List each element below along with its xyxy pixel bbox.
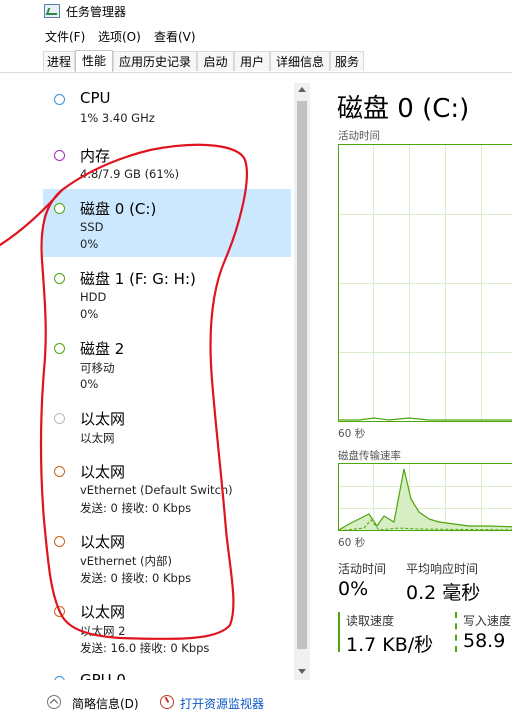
stat-read-speed-label: 读取速度 — [346, 614, 395, 628]
status-dot-icon — [54, 343, 65, 354]
tab-details[interactable]: 详细信息 — [270, 51, 330, 71]
status-dot-icon — [54, 150, 65, 161]
stat-write-speed-value: 58.9 — [463, 630, 506, 652]
chevron-up-icon[interactable] — [47, 695, 61, 709]
device-detail: vEthernet (Default Switch) — [80, 483, 233, 497]
menu-options[interactable]: 选项(O) — [98, 28, 141, 45]
open-resource-monitor-link[interactable]: 打开资源监视器 — [180, 695, 264, 712]
sidebar-item-disk-1[interactable]: 磁盘 1 (F: G: H:) HDD 0% — [43, 259, 291, 327]
device-name: 以太网 — [80, 463, 126, 481]
device-name: 以太网 — [80, 410, 126, 428]
stat-active-time-value: 0% — [338, 578, 369, 600]
menu-view[interactable]: 查看(V) — [154, 28, 196, 45]
stat-read-speed-value: 1.7 KB/秒 — [346, 634, 434, 656]
device-throughput: 发送: 0 接收: 0 Kbps — [80, 571, 192, 585]
tab-performance[interactable]: 性能 — [75, 50, 113, 72]
scroll-down-icon[interactable] — [298, 669, 306, 674]
device-name: 内存 — [80, 147, 111, 165]
active-time-graph — [338, 144, 512, 422]
window-title: 任务管理器 — [66, 5, 127, 19]
sidebar-item-gpu[interactable]: GPU 0 — [43, 662, 291, 680]
scroll-thumb[interactable] — [297, 101, 307, 649]
active-time-window: 60 秒 — [338, 428, 366, 440]
device-name: 以太网 — [80, 533, 126, 551]
task-manager-icon — [44, 4, 60, 18]
stat-active-time-label: 活动时间 — [338, 562, 387, 576]
sidebar-item-disk-0[interactable]: 磁盘 0 (C:) SSD 0% — [43, 189, 291, 257]
status-dot-icon — [54, 606, 65, 617]
sidebar-item-ethernet-4[interactable]: 以太网 以太网 2 发送: 16.0 接收: 0 Kbps — [43, 592, 291, 660]
device-usage: 0% — [80, 237, 99, 251]
status-dot-icon — [54, 273, 65, 284]
active-time-label: 活动时间 — [338, 130, 380, 142]
device-name: 以太网 — [80, 603, 126, 621]
device-usage: 0% — [80, 307, 99, 321]
transfer-rate-window: 60 秒 — [338, 537, 366, 549]
stat-avg-response-value: 0.2 毫秒 — [406, 582, 481, 604]
status-dot-icon — [54, 676, 65, 680]
device-detail: vEthernet (内部) — [80, 554, 172, 568]
resource-monitor-icon[interactable] — [160, 695, 174, 709]
sidebar-item-ethernet-3[interactable]: 以太网 vEthernet (内部) 发送: 0 接收: 0 Kbps — [43, 522, 291, 590]
fewer-details-button[interactable]: 简略信息(D) — [72, 695, 139, 712]
device-detail: SSD — [80, 220, 104, 234]
status-dot-icon — [54, 413, 65, 424]
device-name: 磁盘 2 — [80, 340, 125, 358]
device-throughput: 发送: 0 接收: 0 Kbps — [80, 501, 192, 515]
device-name: 磁盘 1 (F: G: H:) — [80, 270, 196, 288]
device-usage: 0% — [80, 377, 99, 391]
status-dot-icon — [54, 466, 65, 477]
device-throughput: 发送: 16.0 接收: 0 Kbps — [80, 641, 210, 655]
transfer-rate-graph — [338, 463, 512, 531]
footer-bar: 简略信息(D) 打开资源监视器 — [0, 688, 512, 715]
read-speed-marker — [338, 612, 340, 652]
sidebar-scrollbar[interactable] — [294, 83, 310, 680]
device-name: CPU — [80, 89, 111, 107]
device-name: 磁盘 0 (C:) — [80, 200, 157, 218]
status-dot-icon — [54, 536, 65, 547]
sidebar-item-ethernet-2[interactable]: 以太网 vEthernet (Default Switch) 发送: 0 接收:… — [43, 452, 291, 520]
status-dot-icon — [54, 203, 65, 214]
device-list: CPU 1% 3.40 GHz 内存 4.8/7.9 GB (61%) 磁盘 0… — [43, 80, 293, 680]
device-detail: 以太网 2 — [80, 624, 126, 638]
tab-app-history[interactable]: 应用历史记录 — [113, 51, 197, 71]
detail-pane: 磁盘 0 (C:) 活动时间 60 秒 磁盘传输速率 60 秒 活动时间 0% … — [337, 0, 512, 715]
write-speed-marker — [455, 612, 457, 652]
tab-processes[interactable]: 进程 — [43, 51, 75, 71]
scroll-up-icon[interactable] — [298, 87, 306, 92]
device-detail: 1% 3.40 GHz — [80, 111, 155, 125]
menu-file[interactable]: 文件(F) — [45, 28, 85, 45]
device-name: GPU 0 — [80, 671, 126, 680]
detail-title: 磁盘 0 (C:) — [337, 94, 470, 124]
device-detail: 4.8/7.9 GB (61%) — [80, 167, 180, 181]
device-detail: 可移动 — [80, 361, 115, 375]
status-dot-icon — [54, 94, 65, 105]
sidebar-item-disk-2[interactable]: 磁盘 2 可移动 0% — [43, 329, 291, 397]
transfer-rate-label: 磁盘传输速率 — [338, 450, 401, 462]
stat-avg-response-label: 平均响应时间 — [406, 562, 479, 576]
device-detail: HDD — [80, 290, 107, 304]
tab-users[interactable]: 用户 — [234, 51, 270, 71]
device-detail: 以太网 — [80, 431, 115, 445]
tab-startup[interactable]: 启动 — [197, 51, 234, 71]
stat-write-speed-label: 写入速度 — [463, 614, 512, 628]
